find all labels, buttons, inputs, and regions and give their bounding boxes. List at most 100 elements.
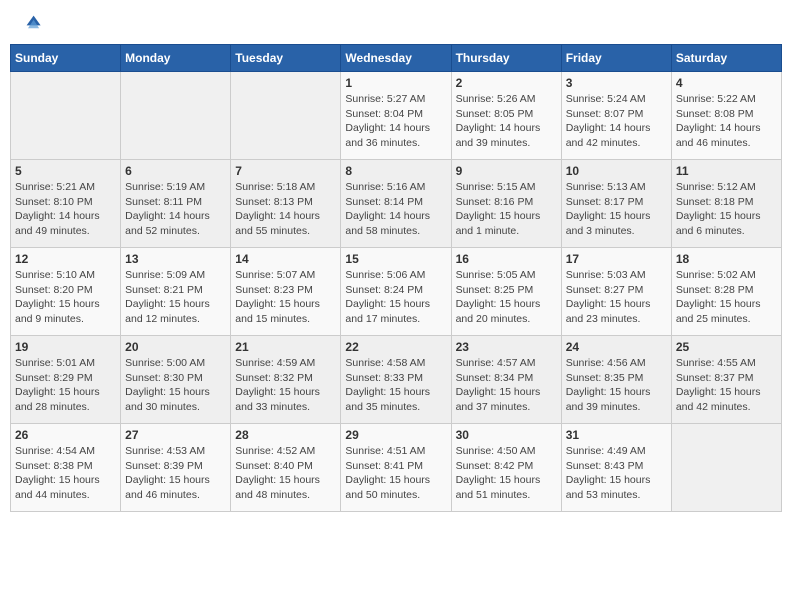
calendar-cell xyxy=(231,72,341,160)
calendar-cell: 18Sunrise: 5:02 AMSunset: 8:28 PMDayligh… xyxy=(671,248,781,336)
day-number: 1 xyxy=(345,76,446,90)
day-info: Sunrise: 5:19 AMSunset: 8:11 PMDaylight:… xyxy=(125,180,226,239)
day-number: 12 xyxy=(15,252,116,266)
calendar-cell: 9 Sunrise: 5:15 AMSunset: 8:16 PMDaylight… xyxy=(451,160,561,248)
calendar-cell: 15Sunrise: 5:06 AMSunset: 8:24 PMDayligh… xyxy=(341,248,451,336)
day-number: 13 xyxy=(125,252,226,266)
day-number: 17 xyxy=(566,252,667,266)
weekday-header: Monday xyxy=(121,45,231,72)
calendar-cell: 4 Sunrise: 5:22 AMSunset: 8:08 PMDaylight… xyxy=(671,72,781,160)
calendar-cell: 7 Sunrise: 5:18 AMSunset: 8:13 PMDaylight… xyxy=(231,160,341,248)
day-info: Sunrise: 5:16 AMSunset: 8:14 PMDaylight:… xyxy=(345,180,446,239)
calendar-week: 26 Sunrise: 4:54 AMSunset: 8:38 PMDayligh… xyxy=(11,424,782,512)
day-number: 9 xyxy=(456,164,557,178)
calendar-cell: 13Sunrise: 5:09 AMSunset: 8:21 PMDayligh… xyxy=(121,248,231,336)
day-info: Sunrise: 4:59 AMSunset: 8:32 PMDaylight:… xyxy=(235,356,336,415)
day-number: 7 xyxy=(235,164,336,178)
weekday-header: Wednesday xyxy=(341,45,451,72)
calendar-cell: 21Sunrise: 4:59 AMSunset: 8:32 PMDayligh… xyxy=(231,336,341,424)
day-info: Sunrise: 5:27 AMSunset: 8:04 PMDaylight:… xyxy=(345,92,446,151)
calendar-cell: 8 Sunrise: 5:16 AMSunset: 8:14 PMDaylight… xyxy=(341,160,451,248)
day-info: Sunrise: 5:24 AMSunset: 8:07 PMDaylight:… xyxy=(566,92,667,151)
day-info: Sunrise: 4:49 AMSunset: 8:43 PMDaylight:… xyxy=(566,444,667,503)
day-number: 4 xyxy=(676,76,777,90)
day-number: 31 xyxy=(566,428,667,442)
calendar-cell: 22 Sunrise: 4:58 AMSunset: 8:33 PMDayligh… xyxy=(341,336,451,424)
day-info: Sunrise: 5:22 AMSunset: 8:08 PMDaylight:… xyxy=(676,92,777,151)
calendar-cell: 29 Sunrise: 4:51 AMSunset: 8:41 PMDayligh… xyxy=(341,424,451,512)
calendar-cell: 28 Sunrise: 4:52 AMSunset: 8:40 PMDayligh… xyxy=(231,424,341,512)
day-number: 24 xyxy=(566,340,667,354)
calendar-cell: 25 Sunrise: 4:55 AMSunset: 8:37 PMDayligh… xyxy=(671,336,781,424)
day-number: 3 xyxy=(566,76,667,90)
weekday-header: Thursday xyxy=(451,45,561,72)
calendar-week: 5 Sunrise: 5:21 AMSunset: 8:10 PMDaylight… xyxy=(11,160,782,248)
day-info: Sunrise: 4:57 AMSunset: 8:34 PMDaylight:… xyxy=(456,356,557,415)
calendar-cell xyxy=(671,424,781,512)
page-header xyxy=(10,10,782,38)
calendar-cell: 31 Sunrise: 4:49 AMSunset: 8:43 PMDayligh… xyxy=(561,424,671,512)
calendar-week: 19 Sunrise: 5:01 AMSunset: 8:29 PMDayligh… xyxy=(11,336,782,424)
calendar-cell: 6 Sunrise: 5:19 AMSunset: 8:11 PMDaylight… xyxy=(121,160,231,248)
calendar-cell: 17Sunrise: 5:03 AMSunset: 8:27 PMDayligh… xyxy=(561,248,671,336)
day-number: 18 xyxy=(676,252,777,266)
calendar-cell xyxy=(121,72,231,160)
day-info: Sunrise: 5:18 AMSunset: 8:13 PMDaylight:… xyxy=(235,180,336,239)
calendar-cell: 27 Sunrise: 4:53 AMSunset: 8:39 PMDayligh… xyxy=(121,424,231,512)
day-number: 20 xyxy=(125,340,226,354)
calendar-cell: 5 Sunrise: 5:21 AMSunset: 8:10 PMDaylight… xyxy=(11,160,121,248)
day-number: 27 xyxy=(125,428,226,442)
day-number: 19 xyxy=(15,340,116,354)
calendar-cell: 1 Sunrise: 5:27 AMSunset: 8:04 PMDaylight… xyxy=(341,72,451,160)
day-number: 14 xyxy=(235,252,336,266)
calendar-cell: 11Sunrise: 5:12 AMSunset: 8:18 PMDayligh… xyxy=(671,160,781,248)
day-info: Sunrise: 4:51 AMSunset: 8:41 PMDaylight:… xyxy=(345,444,446,503)
day-number: 5 xyxy=(15,164,116,178)
day-info: Sunrise: 5:10 AMSunset: 8:20 PMDaylight:… xyxy=(15,268,116,327)
calendar-cell: 19 Sunrise: 5:01 AMSunset: 8:29 PMDayligh… xyxy=(11,336,121,424)
day-info: Sunrise: 4:54 AMSunset: 8:38 PMDaylight:… xyxy=(15,444,116,503)
day-info: Sunrise: 5:07 AMSunset: 8:23 PMDaylight:… xyxy=(235,268,336,327)
calendar-cell: 16 Sunrise: 5:05 AMSunset: 8:25 PMDayligh… xyxy=(451,248,561,336)
weekday-header: Friday xyxy=(561,45,671,72)
day-info: Sunrise: 5:26 AMSunset: 8:05 PMDaylight:… xyxy=(456,92,557,151)
day-info: Sunrise: 5:21 AMSunset: 8:10 PMDaylight:… xyxy=(15,180,116,239)
day-info: Sunrise: 4:52 AMSunset: 8:40 PMDaylight:… xyxy=(235,444,336,503)
day-number: 29 xyxy=(345,428,446,442)
day-number: 26 xyxy=(15,428,116,442)
calendar-cell: 24Sunrise: 4:56 AMSunset: 8:35 PMDayligh… xyxy=(561,336,671,424)
day-number: 30 xyxy=(456,428,557,442)
calendar-cell: 20 Sunrise: 5:00 AMSunset: 8:30 PMDayligh… xyxy=(121,336,231,424)
calendar-cell: 30Sunrise: 4:50 AMSunset: 8:42 PMDayligh… xyxy=(451,424,561,512)
calendar-cell xyxy=(11,72,121,160)
weekday-header: Tuesday xyxy=(231,45,341,72)
weekday-row: SundayMondayTuesdayWednesdayThursdayFrid… xyxy=(11,45,782,72)
day-info: Sunrise: 4:55 AMSunset: 8:37 PMDaylight:… xyxy=(676,356,777,415)
day-number: 28 xyxy=(235,428,336,442)
day-number: 2 xyxy=(456,76,557,90)
day-info: Sunrise: 5:00 AMSunset: 8:30 PMDaylight:… xyxy=(125,356,226,415)
calendar-cell: 14 Sunrise: 5:07 AMSunset: 8:23 PMDayligh… xyxy=(231,248,341,336)
day-number: 10 xyxy=(566,164,667,178)
day-number: 6 xyxy=(125,164,226,178)
day-info: Sunrise: 5:12 AMSunset: 8:18 PMDaylight:… xyxy=(676,180,777,239)
day-number: 16 xyxy=(456,252,557,266)
day-number: 8 xyxy=(345,164,446,178)
day-info: Sunrise: 5:01 AMSunset: 8:29 PMDaylight:… xyxy=(15,356,116,415)
calendar-cell: 3 Sunrise: 5:24 AMSunset: 8:07 PMDaylight… xyxy=(561,72,671,160)
day-info: Sunrise: 5:13 AMSunset: 8:17 PMDaylight:… xyxy=(566,180,667,239)
weekday-header: Saturday xyxy=(671,45,781,72)
day-info: Sunrise: 5:06 AMSunset: 8:24 PMDaylight:… xyxy=(345,268,446,327)
logo-icon xyxy=(14,10,42,38)
day-number: 25 xyxy=(676,340,777,354)
day-info: Sunrise: 5:05 AMSunset: 8:25 PMDaylight:… xyxy=(456,268,557,327)
day-info: Sunrise: 4:58 AMSunset: 8:33 PMDaylight:… xyxy=(345,356,446,415)
day-number: 22 xyxy=(345,340,446,354)
day-number: 23 xyxy=(456,340,557,354)
day-info: Sunrise: 4:53 AMSunset: 8:39 PMDaylight:… xyxy=(125,444,226,503)
calendar-cell: 23 Sunrise: 4:57 AMSunset: 8:34 PMDayligh… xyxy=(451,336,561,424)
logo xyxy=(14,10,46,38)
calendar-cell: 10 Sunrise: 5:13 AMSunset: 8:17 PMDayligh… xyxy=(561,160,671,248)
calendar-cell: 12 Sunrise: 5:10 AMSunset: 8:20 PMDayligh… xyxy=(11,248,121,336)
day-info: Sunrise: 5:15 AMSunset: 8:16 PMDaylight:… xyxy=(456,180,557,239)
